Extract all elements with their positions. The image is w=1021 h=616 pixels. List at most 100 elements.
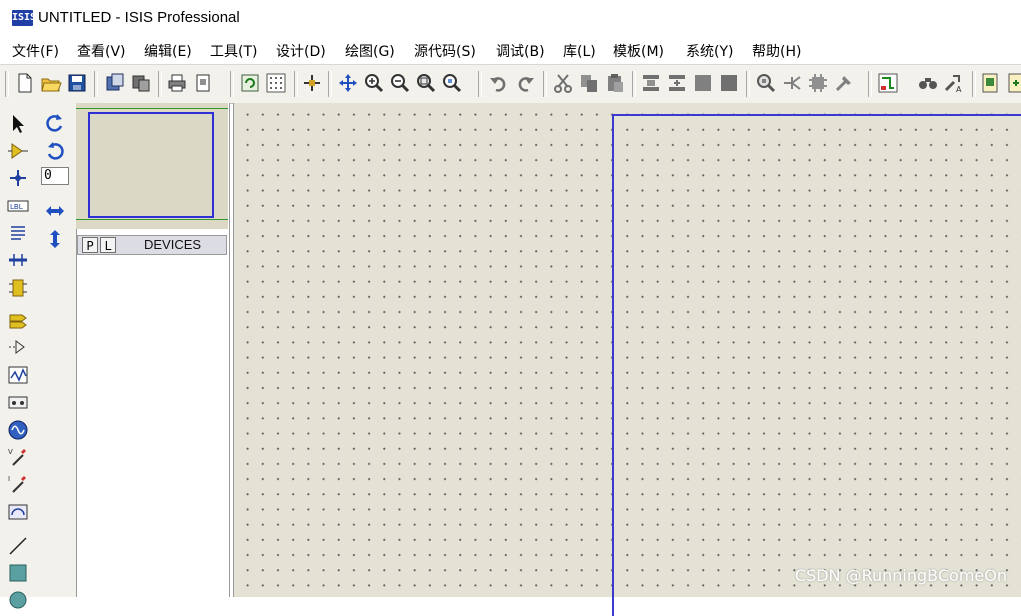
rotate-anticlockwise-icon[interactable] [44, 140, 66, 162]
menu-edit[interactable]: 编辑(E) [144, 41, 192, 61]
rotate-clockwise-icon[interactable] [44, 112, 66, 134]
bus-mode-icon[interactable] [7, 249, 29, 271]
voltage-probe-icon[interactable]: V [7, 446, 29, 468]
new-file-icon[interactable] [14, 72, 36, 94]
undo-icon[interactable] [488, 72, 510, 94]
svg-text:V: V [8, 448, 13, 456]
pan-icon[interactable] [337, 72, 359, 94]
redraw-icon[interactable] [239, 72, 261, 94]
menu-file[interactable]: 文件(F) [12, 41, 59, 61]
wire-label-icon[interactable]: LBL [7, 195, 29, 217]
cut-icon[interactable] [552, 72, 574, 94]
menu-help[interactable]: 帮助(H) [752, 41, 801, 61]
block-move-icon[interactable] [666, 72, 688, 94]
main-toolbar: A [0, 64, 1021, 104]
grid-toggle-icon[interactable] [265, 72, 287, 94]
selection-mode-icon[interactable] [7, 113, 29, 135]
zoom-in-icon[interactable] [363, 72, 385, 94]
mode-toolbar: LBL V I [0, 103, 39, 609]
menu-design[interactable]: 设计(D) [276, 41, 326, 61]
false-origin-icon[interactable] [301, 72, 323, 94]
virtual-instrument-icon[interactable] [7, 501, 29, 523]
import-section-icon[interactable] [104, 72, 126, 94]
menu-view[interactable]: 查看(V) [77, 41, 126, 61]
toolbar-separator [94, 71, 98, 97]
toolbar-separator [478, 71, 482, 97]
search-component-icon[interactable] [917, 72, 939, 94]
bill-of-materials-icon[interactable] [979, 72, 1001, 94]
menu-bar: 文件(F) 查看(V) 编辑(E) 工具(T) 设计(D) 绘图(G) 源代码(… [0, 36, 1021, 64]
mirror-horizontal-icon[interactable] [44, 200, 66, 222]
toolbar-separator [746, 71, 750, 97]
menu-graph[interactable]: 绘图(G) [345, 41, 395, 61]
watermark-text: CSDN @RunningBComeOn [794, 566, 1007, 585]
component-mode-icon[interactable] [7, 140, 29, 162]
electrical-check-icon[interactable] [1005, 72, 1021, 94]
devices-title: DEVICES [144, 237, 202, 252]
toolbar-separator [868, 71, 872, 97]
set-area-icon[interactable] [192, 72, 214, 94]
library-manager-button[interactable]: L [100, 237, 116, 253]
svg-text:I: I [8, 475, 10, 483]
property-assignment-icon[interactable]: A [943, 72, 965, 94]
toolbar-separator [294, 71, 298, 97]
overview-edge-line [76, 108, 228, 109]
toolbar-separator [543, 71, 547, 97]
toolbar-separator [230, 71, 234, 97]
make-device-icon[interactable] [781, 72, 803, 94]
copy-icon[interactable] [578, 72, 600, 94]
overview-edge-line [76, 219, 228, 220]
tape-recorder-icon[interactable] [7, 391, 29, 413]
terminal-mode-icon[interactable] [7, 309, 29, 331]
print-icon[interactable] [166, 72, 188, 94]
toolbar-grip [5, 71, 9, 97]
circle-tool-icon[interactable] [7, 589, 29, 611]
toolbar-separator [328, 71, 332, 97]
title-bar: ISIS UNTITLED - ISIS Professional [0, 0, 1021, 36]
toolbar-separator [158, 71, 162, 97]
graph-mode-icon[interactable] [7, 364, 29, 386]
block-rotate-icon[interactable] [692, 72, 714, 94]
pick-devices-button[interactable]: P [82, 237, 98, 253]
block-delete-icon[interactable] [718, 72, 740, 94]
devices-header: P L DEVICES [77, 235, 227, 255]
packaging-tool-icon[interactable] [807, 72, 829, 94]
paste-icon[interactable] [604, 72, 626, 94]
block-copy-icon[interactable] [640, 72, 662, 94]
menu-source[interactable]: 源代码(S) [414, 41, 476, 61]
zoom-area-icon[interactable] [441, 72, 463, 94]
rotation-angle-input[interactable]: 0 [41, 167, 69, 185]
mirror-vertical-icon[interactable] [44, 228, 66, 250]
save-icon[interactable] [66, 72, 88, 94]
line-tool-icon[interactable] [7, 535, 29, 557]
subcircuit-mode-icon[interactable] [7, 277, 29, 299]
generator-mode-icon[interactable] [7, 419, 29, 441]
pick-device-icon[interactable] [755, 72, 777, 94]
current-probe-icon[interactable]: I [7, 473, 29, 495]
toolbar-separator [632, 71, 636, 97]
zoom-out-icon[interactable] [389, 72, 411, 94]
text-script-icon[interactable] [7, 222, 29, 244]
redo-icon[interactable] [514, 72, 536, 94]
svg-text:LBL: LBL [10, 203, 23, 211]
export-section-icon[interactable] [130, 72, 152, 94]
menu-template[interactable]: 模板(M) [613, 41, 664, 61]
menu-debug[interactable]: 调试(B) [496, 41, 545, 61]
zoom-all-icon[interactable] [415, 72, 437, 94]
wire-autorouter-icon[interactable] [877, 72, 899, 94]
svg-text:A: A [956, 85, 962, 94]
device-pin-icon[interactable] [7, 336, 29, 358]
menu-tools[interactable]: 工具(T) [210, 41, 257, 61]
toolbar-separator [972, 71, 976, 97]
devices-list[interactable] [77, 255, 227, 597]
menu-library[interactable]: 库(L) [563, 41, 596, 61]
menu-system[interactable]: 系统(Y) [686, 41, 733, 61]
open-folder-icon[interactable] [40, 72, 62, 94]
junction-dot-icon[interactable] [7, 167, 29, 189]
sheet-border [612, 114, 1021, 616]
window-title: UNTITLED - ISIS Professional [38, 9, 240, 26]
overview-sheet-frame [88, 112, 214, 218]
decompose-icon[interactable] [833, 72, 855, 94]
app-logo-icon: ISIS [12, 10, 36, 26]
box-tool-icon[interactable] [7, 562, 29, 584]
